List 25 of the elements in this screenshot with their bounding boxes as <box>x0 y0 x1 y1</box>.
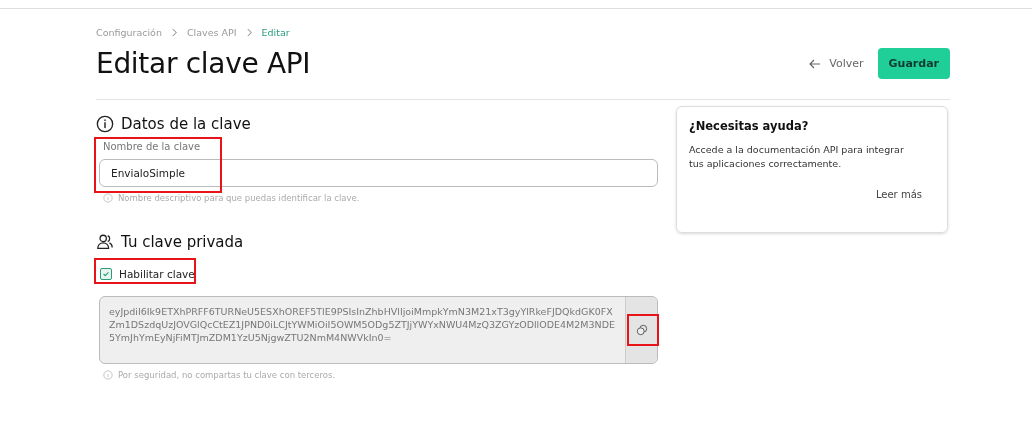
check-icon <box>102 270 110 278</box>
card-title: ¿Necesitas ayuda? <box>689 119 810 133</box>
hint-text: Por seguridad, no compartas tu clave con terceros. <box>118 370 336 380</box>
section-heading: Datos de la clave <box>121 115 251 133</box>
chevron-icon <box>170 28 178 37</box>
info-icon <box>96 115 114 133</box>
breadcrumb-link[interactable]: Editar <box>261 27 290 38</box>
back-button[interactable]: Volver <box>809 51 864 76</box>
hint-text: Nombre descriptivo para que puedas identificar la clave. <box>118 193 360 203</box>
key-text: eyJpdiI6Ik9ETXhPRFF6TURNeU5ESXhOREF5TlE9PSIsInZhbHVlIjoiMmpkYmN3M21xT3gyYlRkeFJDQkdGK0FXZm1DSzdqUzJOVGlQcCtEZ1JPND0iLCJtYWMiOiI5OWM5ODg5ZTJjYWYxNWU4MzQ3ZGYzODllODE4M2M3NDE5YmJhYmEyNjFiMTJmZDM1YzU5NjgwZTU2NmM4NWVkIn0= <box>108 305 616 345</box>
save-button[interactable]: Guardar <box>877 48 950 79</box>
field-label: Nombre de la clave <box>103 141 202 152</box>
read-more-link[interactable]: Leer más <box>875 189 922 200</box>
arrow-left-icon <box>809 58 822 69</box>
copy-button[interactable] <box>625 297 657 363</box>
users-icon <box>96 233 114 251</box>
info-icon <box>103 370 113 380</box>
name-input[interactable]: EnvialoSimple <box>99 159 658 187</box>
section-heading: Tu clave privada <box>121 233 244 251</box>
card-text: Accede a la documentación API para integrar tus aplicaciones correctamente. <box>689 143 905 171</box>
chevron-icon <box>245 28 253 37</box>
page-title: Editar clave API <box>96 47 311 80</box>
copy-icon <box>635 324 648 336</box>
info-icon <box>103 193 113 203</box>
enable-checkbox[interactable]: Habilitar clave <box>100 268 195 280</box>
